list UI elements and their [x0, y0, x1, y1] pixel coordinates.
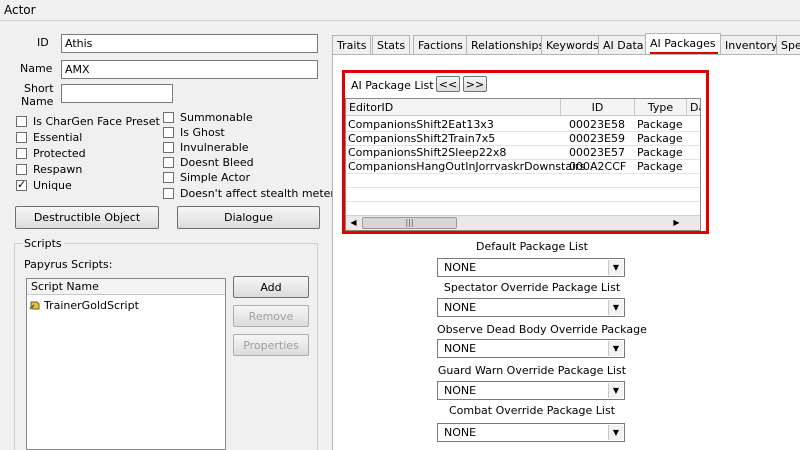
cell-type: Package	[637, 118, 683, 131]
script-scroll-icon	[29, 299, 41, 311]
id-label: ID	[37, 36, 49, 49]
scripts-list[interactable]: Script Name TrainerGoldScript	[26, 278, 226, 450]
table-row[interactable]: CompanionsShift2Train7x5 00023E59 Packag…	[346, 132, 700, 146]
table-row-empty	[346, 202, 700, 216]
name-field[interactable]: AMX	[61, 60, 318, 79]
checkbox-doesnt-bleed[interactable]: Doesnt Bleed	[163, 156, 254, 170]
scroll-left-arrow-icon[interactable]: ◀	[347, 217, 360, 229]
column-header-editorid[interactable]: EditorID	[346, 99, 561, 116]
dropdown-arrow-icon: ▼	[608, 260, 623, 275]
table-row[interactable]: CompanionsHangOutInJorrvaskrDownstairs 0…	[346, 160, 700, 174]
spectator-override-package-list-label: Spectator Override Package List	[443, 281, 621, 294]
checkbox-simple-actor[interactable]: Simple Actor	[163, 171, 250, 185]
checkbox-is-ghost[interactable]: Is Ghost	[163, 126, 225, 140]
checkbox-box-icon	[163, 112, 174, 123]
checkbox-box-icon	[163, 142, 174, 153]
properties-button[interactable]: Properties	[233, 334, 309, 356]
tab-traits[interactable]: Traits	[332, 35, 372, 55]
cell-id: 00023E58	[569, 118, 625, 131]
cell-editorid: CompanionsShift2Sleep22x8	[348, 146, 507, 159]
dropdown-arrow-icon: ▼	[608, 341, 623, 356]
script-name: TrainerGoldScript	[44, 299, 139, 312]
name-label: Name	[20, 62, 53, 75]
checkbox-summonable[interactable]: Summonable	[163, 111, 253, 125]
tab-spe[interactable]: Spe	[776, 35, 800, 55]
tab-stats[interactable]: Stats	[372, 35, 411, 55]
cell-id: 00023E57	[569, 146, 625, 159]
checkbox-box-icon	[16, 116, 27, 127]
checkbox-respawn[interactable]: Respawn	[16, 163, 82, 177]
cell-editorid: CompanionsHangOutInJorrvaskrDownstairs	[348, 160, 586, 173]
short-name-field[interactable]	[61, 84, 173, 103]
cell-type: Package	[637, 146, 683, 159]
short-name-label-line1: Short	[24, 82, 54, 95]
checkbox-box-icon	[16, 148, 27, 159]
window-titlebar: Actor	[0, 0, 800, 21]
observe-dead-body-override-package-select[interactable]: NONE ▼	[437, 339, 625, 358]
dropdown-arrow-icon: ▼	[608, 300, 623, 315]
default-package-list-label: Default Package List	[475, 240, 588, 253]
add-button[interactable]: Add	[233, 276, 309, 298]
prev-package-button[interactable]: <<	[436, 76, 460, 92]
dialogue-button[interactable]: Dialogue	[177, 206, 320, 229]
cell-id: 00023E59	[569, 132, 625, 145]
horizontal-scrollbar[interactable]: ◀ ||| ▶	[346, 215, 700, 230]
checkbox-doesnt-affect-stealth-meter[interactable]: Doesn't affect stealth meter	[163, 187, 335, 201]
combat-override-package-list-label: Combat Override Package List	[448, 404, 616, 417]
tab-factions[interactable]: Factions	[413, 35, 468, 55]
guard-warn-override-package-list-select[interactable]: NONE ▼	[437, 381, 625, 400]
cell-editorid: CompanionsShift2Eat13x3	[348, 118, 494, 131]
id-field[interactable]: Athis	[61, 34, 318, 53]
spectator-override-package-list-select[interactable]: NONE ▼	[437, 298, 625, 317]
scripts-group-label: Scripts	[22, 237, 64, 250]
column-header-type[interactable]: Type	[635, 99, 687, 116]
window-title: Actor	[4, 3, 36, 17]
checkbox-box-icon	[163, 157, 174, 168]
destructible-object-button[interactable]: Destructible Object	[15, 206, 159, 229]
ai-package-list-label: AI Package List	[351, 79, 434, 92]
short-name-label-line2: Name	[21, 95, 54, 108]
cell-type: Package	[637, 132, 683, 145]
table-row-empty	[346, 188, 700, 202]
tab-keywords[interactable]: Keywords	[541, 35, 604, 55]
script-name-column-header[interactable]: Script Name	[27, 279, 225, 295]
checkbox-invulnerable[interactable]: Invulnerable	[163, 141, 249, 155]
scroll-right-arrow-icon[interactable]: ▶	[670, 217, 683, 229]
column-header-data[interactable]: Da	[687, 99, 700, 116]
cell-id: 000A2CCF	[569, 160, 627, 173]
guard-warn-override-package-list-label: Guard Warn Override Package List	[437, 364, 627, 377]
dropdown-arrow-icon: ▼	[608, 383, 623, 398]
remove-button[interactable]: Remove	[233, 305, 309, 327]
ai-package-table-header: EditorID ID Type Da	[346, 99, 700, 116]
next-package-button[interactable]: >>	[463, 76, 487, 92]
checkbox-essential[interactable]: Essential	[16, 131, 82, 145]
tab-inventory[interactable]: Inventory	[720, 35, 783, 55]
checkbox-box-icon	[163, 188, 174, 199]
scroll-thumb[interactable]: |||	[362, 217, 457, 229]
cell-type: Package	[637, 160, 683, 173]
cell-editorid: CompanionsShift2Train7x5	[348, 132, 496, 145]
papyrus-scripts-label: Papyrus Scripts:	[24, 258, 113, 271]
observe-dead-body-override-package-label: Observe Dead Body Override Package	[437, 323, 647, 336]
ai-package-table[interactable]: EditorID ID Type Da CompanionsShift2Eat1…	[345, 98, 701, 231]
list-item[interactable]: TrainerGoldScript	[29, 299, 139, 312]
table-row[interactable]: CompanionsShift2Eat13x3 00023E58 Package	[346, 118, 700, 132]
tab-ai-data[interactable]: AI Data	[598, 35, 649, 55]
tab-relationships[interactable]: Relationships	[466, 35, 550, 55]
checkbox-box-icon	[16, 132, 27, 143]
combat-override-package-list-select[interactable]: NONE ▼	[437, 423, 625, 442]
checkbox-box-icon	[163, 127, 174, 138]
checkbox-box-icon	[16, 164, 27, 175]
table-row[interactable]: CompanionsShift2Sleep22x8 00023E57 Packa…	[346, 146, 700, 160]
table-row-empty	[346, 174, 700, 188]
checkbox-checked-icon	[16, 178, 27, 191]
column-header-id[interactable]: ID	[561, 99, 635, 116]
default-package-list-select[interactable]: NONE ▼	[437, 258, 625, 277]
checkbox-box-icon	[163, 172, 174, 183]
checkbox-protected[interactable]: Protected	[16, 147, 86, 161]
checkbox-unique[interactable]: Unique	[16, 178, 72, 193]
dropdown-arrow-icon: ▼	[608, 425, 623, 440]
checkbox-is-chargen-face-preset[interactable]: Is CharGen Face Preset	[16, 115, 160, 129]
